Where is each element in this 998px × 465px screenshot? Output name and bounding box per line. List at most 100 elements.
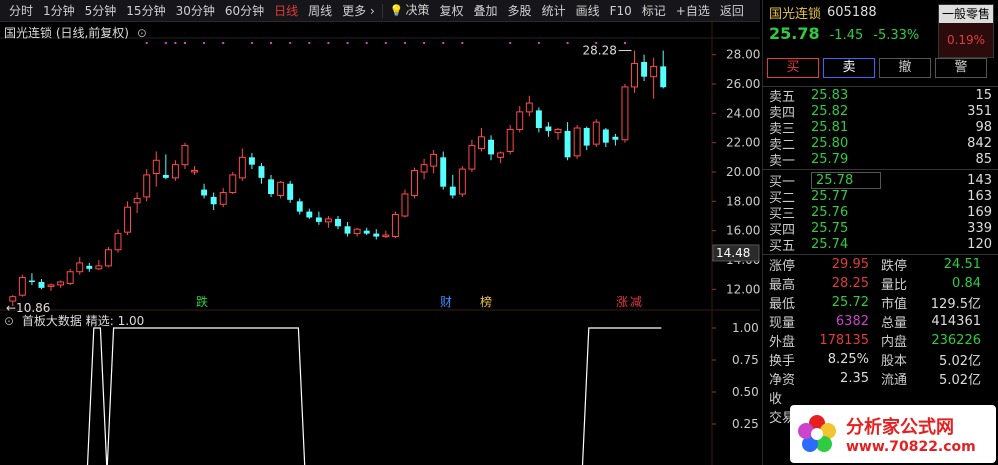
- candle-body[interactable]: [660, 66, 667, 88]
- candle-body[interactable]: [373, 233, 380, 237]
- candle-body[interactable]: [401, 193, 409, 217]
- toolbar-tool[interactable]: 返回: [715, 0, 749, 22]
- candle-body[interactable]: [191, 170, 198, 173]
- toolbar-tool[interactable]: 画线: [571, 0, 605, 22]
- candle-body[interactable]: [535, 110, 542, 128]
- candle-body[interactable]: [181, 145, 189, 166]
- candle-body[interactable]: [478, 136, 485, 150]
- candle-body[interactable]: [287, 183, 294, 200]
- candle-body[interactable]: [641, 62, 648, 77]
- candle-body[interactable]: [268, 179, 275, 194]
- candle-body[interactable]: [248, 157, 255, 165]
- chart-settings-icon[interactable]: ⊙: [137, 26, 147, 40]
- candle-body[interactable]: [363, 230, 370, 234]
- candle-body[interactable]: [440, 157, 447, 187]
- sector-badge[interactable]: 一般零售 0.19%: [938, 4, 994, 58]
- period-tab[interactable]: 周线: [303, 0, 337, 22]
- event-marker[interactable]: 榜: [480, 294, 492, 309]
- candle-body[interactable]: [335, 218, 341, 227]
- indicator-settings-icon[interactable]: ⊙: [4, 314, 14, 328]
- toolbar-tool[interactable]: 多股: [503, 0, 537, 22]
- period-tab[interactable]: 30分钟: [171, 0, 220, 22]
- event-marker[interactable]: 减: [630, 295, 642, 309]
- candle-body[interactable]: [210, 196, 217, 205]
- toolbar-tool[interactable]: 💡 决策: [385, 0, 435, 22]
- candle-body[interactable]: [583, 128, 590, 146]
- candle-body[interactable]: [219, 192, 227, 205]
- candle-body[interactable]: [449, 186, 456, 196]
- sell-button[interactable]: 卖: [823, 58, 875, 78]
- candle-body[interactable]: [430, 153, 438, 167]
- candle-body[interactable]: [38, 282, 45, 288]
- toolbar-tool[interactable]: 复权: [435, 0, 469, 22]
- candle-body[interactable]: [592, 121, 600, 145]
- candle-body[interactable]: [47, 284, 55, 287]
- period-tab[interactable]: 分时: [4, 0, 38, 22]
- candle-body[interactable]: [66, 271, 74, 284]
- candle-body[interactable]: [76, 262, 84, 273]
- candle-body[interactable]: [554, 128, 562, 133]
- candle-body[interactable]: [497, 152, 505, 158]
- period-tab[interactable]: 60分钟: [220, 0, 269, 22]
- period-tab[interactable]: 5分钟: [80, 0, 122, 22]
- candle-body[interactable]: [162, 174, 169, 178]
- candle-body[interactable]: [171, 164, 179, 179]
- candle-body[interactable]: [114, 233, 122, 251]
- candle-body[interactable]: [296, 201, 303, 212]
- candle-body[interactable]: [382, 234, 390, 238]
- event-marker[interactable]: 跌: [196, 294, 208, 309]
- period-tab[interactable]: 15分钟: [121, 0, 170, 22]
- candle-body[interactable]: [420, 164, 428, 173]
- candle-body[interactable]: [95, 265, 103, 270]
- candle-body[interactable]: [545, 126, 552, 131]
- candle-body[interactable]: [458, 168, 466, 195]
- toolbar-tool[interactable]: +自选: [671, 0, 715, 22]
- period-tab[interactable]: 日线: [269, 0, 303, 22]
- kline-chart[interactable]: 12.0014.0016.0018.0020.0022.0024.0026.00…: [0, 22, 760, 465]
- period-tab[interactable]: 更多 ›: [337, 0, 380, 22]
- candle-body[interactable]: [57, 281, 65, 286]
- candle-body[interactable]: [612, 136, 619, 140]
- candle-body[interactable]: [353, 228, 361, 235]
- candle-body[interactable]: [238, 156, 246, 179]
- candle-body[interactable]: [525, 102, 533, 113]
- candle-body[interactable]: [201, 189, 208, 196]
- event-marker[interactable]: 财: [440, 295, 452, 309]
- candle-body[interactable]: [602, 129, 609, 143]
- candle-body[interactable]: [650, 65, 658, 78]
- candle-body[interactable]: [506, 128, 514, 152]
- toolbar-tool[interactable]: 统计: [537, 0, 571, 22]
- candle-body[interactable]: [306, 211, 313, 218]
- candle-body[interactable]: [573, 127, 581, 157]
- candle-body[interactable]: [277, 181, 285, 196]
- toolbar-tool[interactable]: 标记: [637, 0, 671, 22]
- candle-body[interactable]: [86, 265, 93, 269]
- candle-body[interactable]: [124, 206, 132, 233]
- candle-body[interactable]: [28, 280, 35, 282]
- buy-button[interactable]: 买: [767, 58, 819, 78]
- candle-body[interactable]: [621, 86, 629, 141]
- candle-body[interactable]: [564, 130, 571, 158]
- kline-chart-svg[interactable]: 12.0014.0016.0018.0020.0022.0024.0026.00…: [0, 22, 760, 465]
- toolbar-tool[interactable]: F10: [605, 0, 637, 22]
- candle-body[interactable]: [488, 139, 495, 155]
- candle-body[interactable]: [391, 214, 399, 238]
- candle-body[interactable]: [468, 145, 476, 170]
- candle-body[interactable]: [133, 197, 141, 204]
- candle-body[interactable]: [229, 174, 237, 194]
- period-tab[interactable]: 1分钟: [38, 0, 80, 22]
- candle-body[interactable]: [152, 159, 160, 174]
- candle-body[interactable]: [315, 217, 322, 222]
- candle-body[interactable]: [411, 170, 418, 196]
- candle-body[interactable]: [18, 277, 26, 296]
- candle-body[interactable]: [516, 111, 524, 130]
- cancel-order-button[interactable]: 撤: [879, 58, 931, 78]
- event-marker[interactable]: 涨: [616, 294, 628, 309]
- candle-body[interactable]: [258, 166, 265, 178]
- candle-body[interactable]: [344, 226, 351, 234]
- candle-body[interactable]: [324, 218, 332, 223]
- candle-body[interactable]: [104, 249, 112, 267]
- bid-row[interactable]: 买五 25.74 120: [763, 236, 998, 254]
- alert-button[interactable]: 警: [935, 58, 987, 78]
- ask-row[interactable]: 卖一 25.79 85: [763, 151, 998, 169]
